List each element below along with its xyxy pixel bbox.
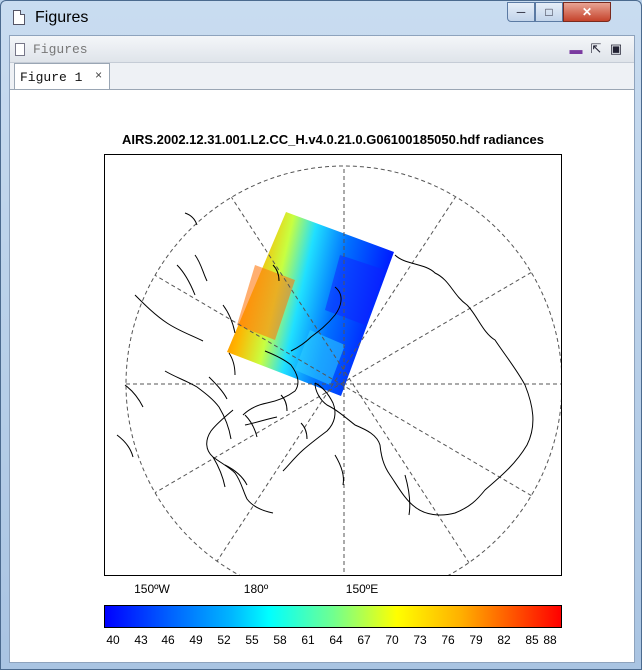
- colorbar-tick: 43: [134, 633, 148, 647]
- panel-document-icon: [15, 43, 25, 56]
- colorbar-tick: 61: [301, 633, 315, 647]
- document-icon: [13, 10, 25, 25]
- swath: [227, 212, 394, 396]
- maximize-button[interactable]: □: [535, 2, 563, 22]
- minimize-button[interactable]: ─: [507, 2, 535, 22]
- tab-label: Figure 1: [20, 70, 83, 85]
- polar-map: [116, 165, 563, 603]
- colorbar-tick: 49: [189, 633, 203, 647]
- lon-label-150e: 150ºE: [345, 582, 379, 596]
- window-title: Figures: [35, 9, 89, 26]
- colorbar-tick: 70: [385, 633, 399, 647]
- minimize-icon: ─: [516, 5, 526, 19]
- colorbar-tick: 76: [441, 633, 455, 647]
- panel-titlebar[interactable]: Figures ▬ ⇱ ▣: [10, 36, 634, 63]
- close-icon: ✕: [581, 5, 593, 19]
- figures-container: Figures ▬ ⇱ ▣ Figure 1 × AIRS.2002.12.31…: [9, 35, 635, 663]
- colorbar-tick: 40: [106, 633, 120, 647]
- tab-close-icon[interactable]: ×: [95, 69, 102, 83]
- colorbar-tick: 46: [161, 633, 175, 647]
- colorbar-tick: 88: [543, 633, 557, 647]
- lon-label-150w: 150ºW: [134, 582, 170, 596]
- panel-title: Figures: [33, 42, 88, 57]
- colorbar: [104, 605, 562, 628]
- window-titlebar[interactable]: Figures ─ □ ✕: [1, 1, 641, 35]
- colorbar-tick: 64: [329, 633, 343, 647]
- maximize-icon: □: [545, 5, 553, 19]
- figure-canvas: AIRS.2002.12.31.001.L2.CC_H.v4.0.21.0.G0…: [10, 90, 634, 662]
- undock-icon[interactable]: ⇱: [588, 41, 604, 57]
- maximize-panel-icon[interactable]: ▣: [608, 41, 624, 57]
- colorbar-tick: 58: [273, 633, 287, 647]
- close-button[interactable]: ✕: [563, 2, 611, 22]
- colorbar-tick: 82: [497, 633, 511, 647]
- colorbar-tick: 55: [245, 633, 259, 647]
- colorbar-tick: 67: [357, 633, 371, 647]
- plot-title: AIRS.2002.12.31.001.L2.CC_H.v4.0.21.0.G0…: [121, 132, 545, 147]
- figure-tab-bar: Figure 1 ×: [10, 63, 634, 90]
- colorbar-tick: 79: [469, 633, 483, 647]
- map-axes: [104, 154, 563, 603]
- tab-figure-1[interactable]: Figure 1 ×: [14, 63, 110, 89]
- minimize-panel-icon[interactable]: ▬: [568, 41, 584, 57]
- colorbar-tick: 85: [525, 633, 539, 647]
- figures-window: Figures ─ □ ✕ Figures ▬ ⇱ ▣ Figure 1 × A…: [0, 0, 642, 670]
- lon-label-180: 180º: [243, 582, 269, 596]
- colorbar-tick: 73: [413, 633, 427, 647]
- colorbar-tick: 52: [217, 633, 231, 647]
